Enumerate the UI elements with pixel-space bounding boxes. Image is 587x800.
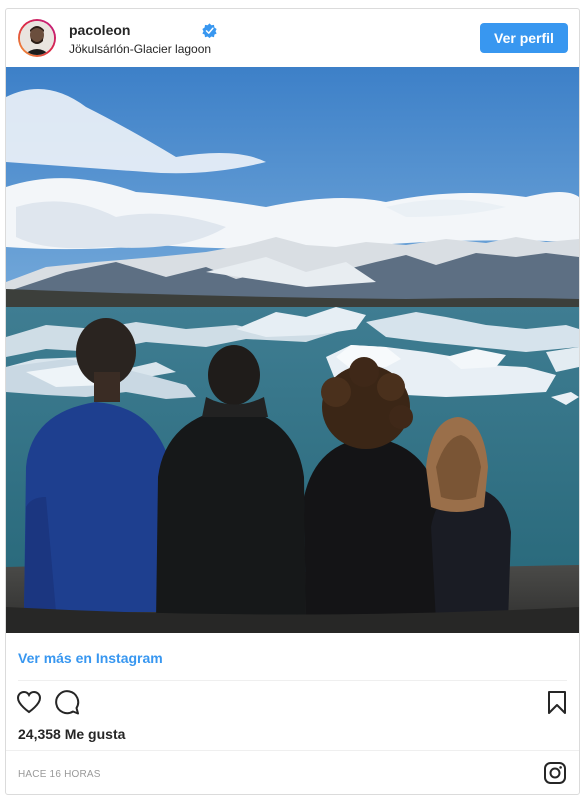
post-timestamp: HACE 16 HORAS <box>18 769 101 780</box>
divider <box>6 750 579 751</box>
avatar-image <box>20 21 54 55</box>
location-link[interactable]: Jökulsárlón-Glacier lagoon <box>69 42 211 56</box>
post-photo[interactable] <box>6 67 579 633</box>
heart-icon[interactable] <box>16 690 42 714</box>
username[interactable]: pacoleon <box>69 22 130 38</box>
divider <box>18 680 567 681</box>
post-header: pacoleon Jökulsárlón-Glacier lagoon Ver … <box>6 9 579 67</box>
avatar[interactable] <box>18 19 56 57</box>
speech-bubble-icon[interactable] <box>54 690 80 715</box>
instagram-embed-card: pacoleon Jökulsárlón-Glacier lagoon Ver … <box>5 8 580 795</box>
likes-count[interactable]: 24,358 Me gusta <box>18 726 125 742</box>
view-profile-button[interactable]: Ver perfil <box>480 23 568 53</box>
instagram-logo-icon[interactable] <box>543 761 567 785</box>
bookmark-icon[interactable] <box>547 690 567 715</box>
verified-badge-icon <box>202 23 217 38</box>
view-more-instagram-link[interactable]: Ver más en Instagram <box>18 650 163 666</box>
